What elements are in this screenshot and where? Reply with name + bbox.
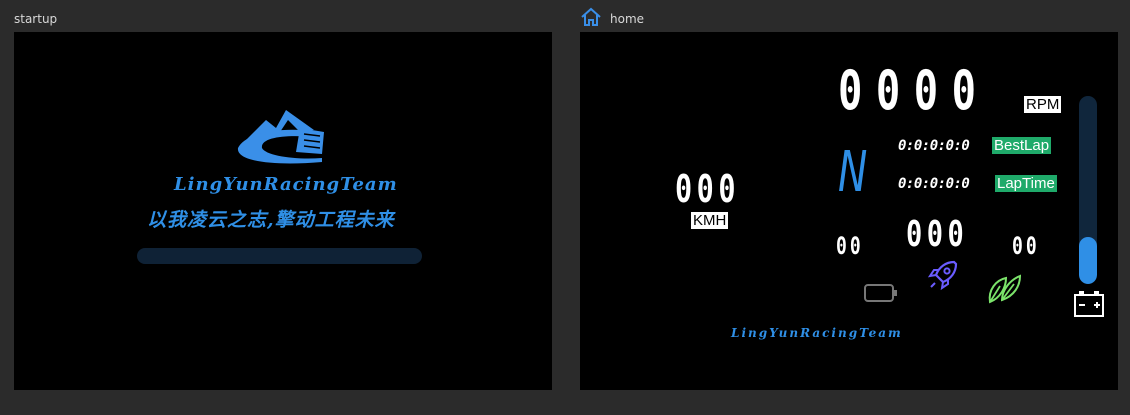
rpm-unit-label: RPM (1024, 96, 1062, 113)
home-panel-title: home (610, 12, 645, 26)
home-screen: 0000 RPM N 0:0:0:0:0 BestLap 0:0:0:0:0 L… (580, 32, 1118, 390)
speed-unit-label: KMH (691, 212, 729, 229)
home-team-name: LingYunRacingTeam (731, 326, 903, 340)
speed-display: 000 (675, 167, 740, 211)
vertical-level-bar (1079, 96, 1097, 284)
loading-progress-bar (137, 248, 422, 264)
mountain-road-logo (237, 110, 324, 164)
left-readout: 00 (836, 232, 864, 260)
home-icon (581, 7, 601, 26)
center-readout: 000 (906, 214, 969, 255)
startup-screen: LingYunRacingTeam 以我凌云之志,擎动工程未来 (14, 32, 552, 390)
rpm-display: 0000 (838, 59, 990, 122)
gear-indicator: N (838, 140, 868, 205)
battery-icon (864, 284, 897, 302)
car-battery-icon (1074, 291, 1104, 317)
best-lap-label: BestLap (992, 137, 1052, 154)
rocket-icon (927, 260, 958, 291)
startup-panel-title: startup (14, 12, 58, 26)
vertical-level-fill (1079, 237, 1097, 284)
lap-time-label: LapTime (995, 175, 1057, 192)
best-lap-value: 0:0:0:0:0 (898, 138, 970, 154)
startup-slogan: 以我凌云之志,擎动工程未来 (147, 209, 395, 231)
eco-leaf-icon (988, 274, 1022, 304)
right-readout: 00 (1012, 232, 1040, 260)
startup-team-name: LingYunRacingTeam (174, 174, 398, 195)
lap-time-value: 0:0:0:0:0 (898, 176, 970, 192)
